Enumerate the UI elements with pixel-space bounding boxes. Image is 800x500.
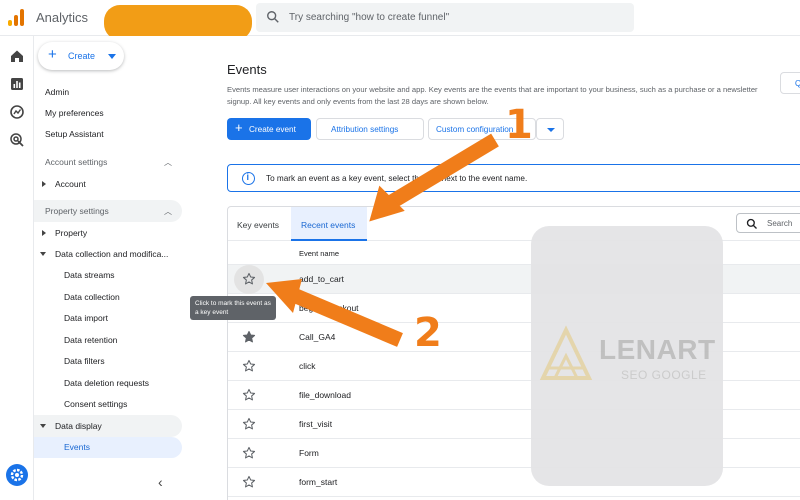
annotation-step-2: 2: [414, 310, 442, 356]
annotation-step-1: 1: [505, 102, 533, 148]
arrow-step-1: [369, 133, 499, 222]
arrow-step-2: [266, 279, 403, 347]
annotation-arrows: [266, 133, 499, 347]
